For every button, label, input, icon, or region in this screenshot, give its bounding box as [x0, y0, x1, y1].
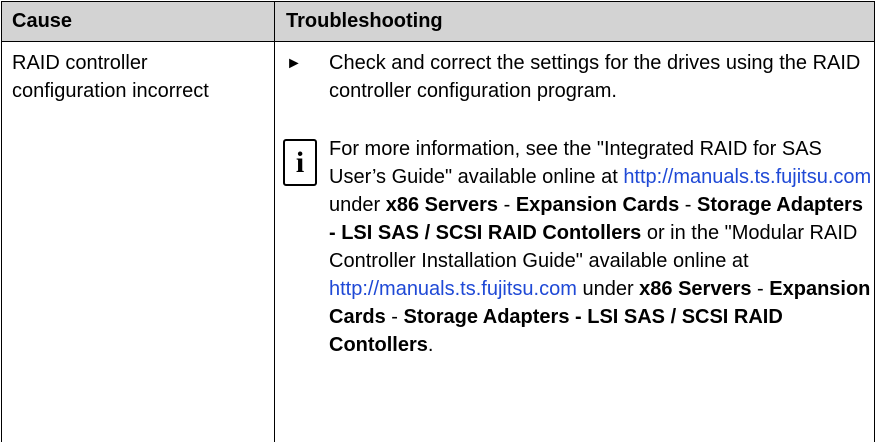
note-bold-x86-1: x86 Servers [385, 194, 499, 216]
cause-line-2: configuration incorrect [12, 80, 209, 102]
cause-cell: RAID controller configuration incorrect [12, 49, 270, 105]
info-icon: i [283, 139, 317, 186]
note-text: - [751, 278, 770, 300]
header-troubleshooting: Troubleshooting [286, 10, 443, 32]
manuals-link-1[interactable]: http://manuals.ts.fujitsu.com [623, 166, 871, 188]
note-bold-x86-2: x86 Servers [639, 278, 752, 300]
note-text: - [498, 194, 516, 216]
header-cause: Cause [12, 10, 73, 32]
note-text: - [385, 306, 404, 328]
note-text: under [576, 278, 640, 300]
troubleshooting-step: Check and correct the settings for the d… [329, 52, 861, 102]
note-bold-expansion-1: Expansion Cards [515, 194, 680, 216]
cause-line-1: RAID controller [12, 52, 148, 74]
note-text: under [329, 194, 386, 216]
manuals-link-2[interactable]: http://manuals.ts.fujitsu.com [329, 278, 577, 300]
note-end: . [427, 334, 434, 356]
info-note: For more information, see the "Integrate… [329, 135, 874, 359]
table-header-row: Cause Troubleshooting [2, 2, 874, 42]
note-text: - [679, 194, 697, 216]
column-divider [274, 2, 275, 442]
troubleshooting-table: Cause Troubleshooting RAID controller co… [1, 1, 875, 442]
bullet-arrow-icon: ► [286, 55, 302, 72]
